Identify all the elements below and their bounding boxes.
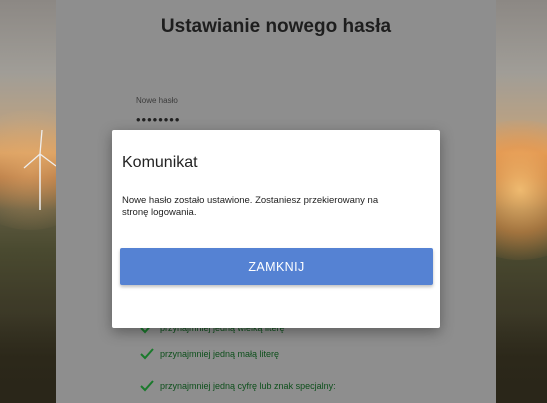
close-button[interactable]: ZAMKNIJ [120, 248, 433, 285]
password-field[interactable]: •••••••• [136, 112, 180, 127]
checkmark-icon [140, 380, 154, 392]
requirement-item: przynajmniej jedną cyfrę lub znak specja… [140, 380, 336, 392]
page-title: Ustawianie nowego hasła [160, 16, 392, 37]
dialog-message: Nowe hasło zostało ustawione. Zostaniesz… [122, 195, 379, 218]
password-label: Nowe hasło [136, 96, 178, 105]
screen: Ustawianie nowego hasła Nowe hasło •••••… [0, 0, 547, 403]
checkmark-icon [140, 348, 154, 360]
requirement-text: przynajmniej jedną małą literę [160, 349, 280, 359]
message-dialog: Komunikat Nowe hasło zostało ustawione. … [112, 130, 440, 328]
requirement-text: przynajmniej jedną cyfrę lub znak specja… [160, 381, 336, 391]
wind-turbine-image [23, 130, 57, 210]
requirement-item: przynajmniej jedną małą literę [140, 348, 279, 360]
dialog-title: Komunikat [122, 154, 198, 171]
